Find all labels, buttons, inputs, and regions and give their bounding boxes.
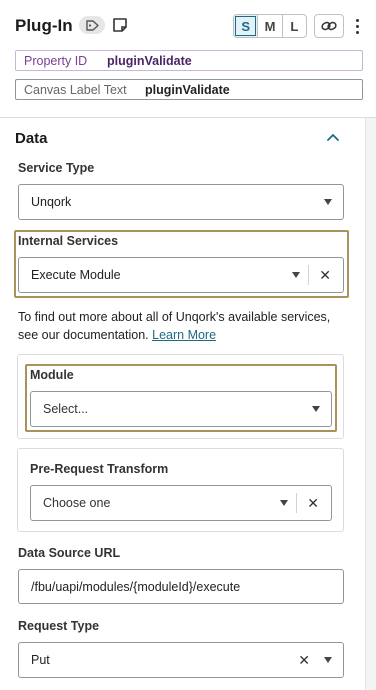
module-placeholder: Select... [43, 402, 89, 416]
size-small-button[interactable]: S [234, 15, 258, 37]
data-source-label: Data Source URL [18, 546, 121, 560]
internal-services-select[interactable]: Execute Module ✕ [18, 257, 344, 293]
module-select[interactable]: Select... [30, 391, 332, 427]
size-large-button[interactable]: L [281, 15, 306, 37]
pre-request-placeholder: Choose one [43, 496, 111, 510]
module-label: Module [30, 368, 74, 382]
property-id-field[interactable]: Property ID pluginValidate [15, 50, 363, 71]
pre-request-select[interactable]: Choose one ✕ [30, 485, 332, 521]
more-options-icon[interactable] [352, 15, 362, 37]
request-type-value: Put [31, 653, 50, 667]
chevron-down-icon [292, 272, 301, 278]
canvas-label-label: Canvas Label Text [24, 82, 127, 97]
canvas-label-value: pluginValidate [145, 82, 230, 97]
clear-icon[interactable]: ✕ [298, 653, 310, 667]
service-type-label: Service Type [18, 161, 95, 175]
select-divider [296, 493, 298, 513]
component-header: Plug-In S M L Property ID pluginValidate… [0, 0, 376, 118]
service-type-value: Unqork [31, 195, 72, 209]
chevron-down-icon [324, 199, 332, 205]
note-icon[interactable] [112, 17, 128, 33]
chevron-down-icon [280, 500, 289, 506]
property-id-value: pluginValidate [107, 53, 192, 68]
service-type-select[interactable]: Unqork [18, 184, 344, 220]
scrollbar-track[interactable] [365, 118, 376, 690]
services-info-text: To find out more about all of Unqork's a… [18, 308, 348, 344]
component-title: Plug-In [15, 16, 73, 35]
internal-services-label: Internal Services [18, 234, 119, 248]
section-title: Data [15, 130, 48, 147]
size-medium-button[interactable]: M [257, 15, 281, 37]
learn-more-link[interactable]: Learn More [152, 328, 216, 342]
chevron-up-icon[interactable] [325, 130, 341, 144]
link-button[interactable] [314, 14, 344, 38]
data-source-input[interactable]: /fbu/uapi/modules/{moduleId}/execute [18, 569, 344, 604]
chevron-down-icon [324, 657, 332, 663]
request-type-select[interactable]: Put ✕ [18, 642, 344, 678]
property-id-label: Property ID [24, 53, 88, 68]
request-type-label: Request Type [18, 619, 100, 633]
canvas-label-field[interactable]: Canvas Label Text pluginValidate [15, 79, 363, 100]
link-icon [321, 21, 337, 31]
pre-request-label: Pre-Request Transform [30, 462, 169, 476]
select-divider [308, 265, 310, 285]
chevron-down-icon [312, 406, 320, 412]
internal-services-value: Execute Module [31, 268, 121, 282]
tag-icon [85, 19, 99, 31]
clear-icon[interactable]: ✕ [319, 268, 331, 282]
clear-icon[interactable]: ✕ [307, 496, 319, 510]
tag-button[interactable] [79, 16, 105, 34]
size-toggle-group: S M L [233, 14, 307, 38]
